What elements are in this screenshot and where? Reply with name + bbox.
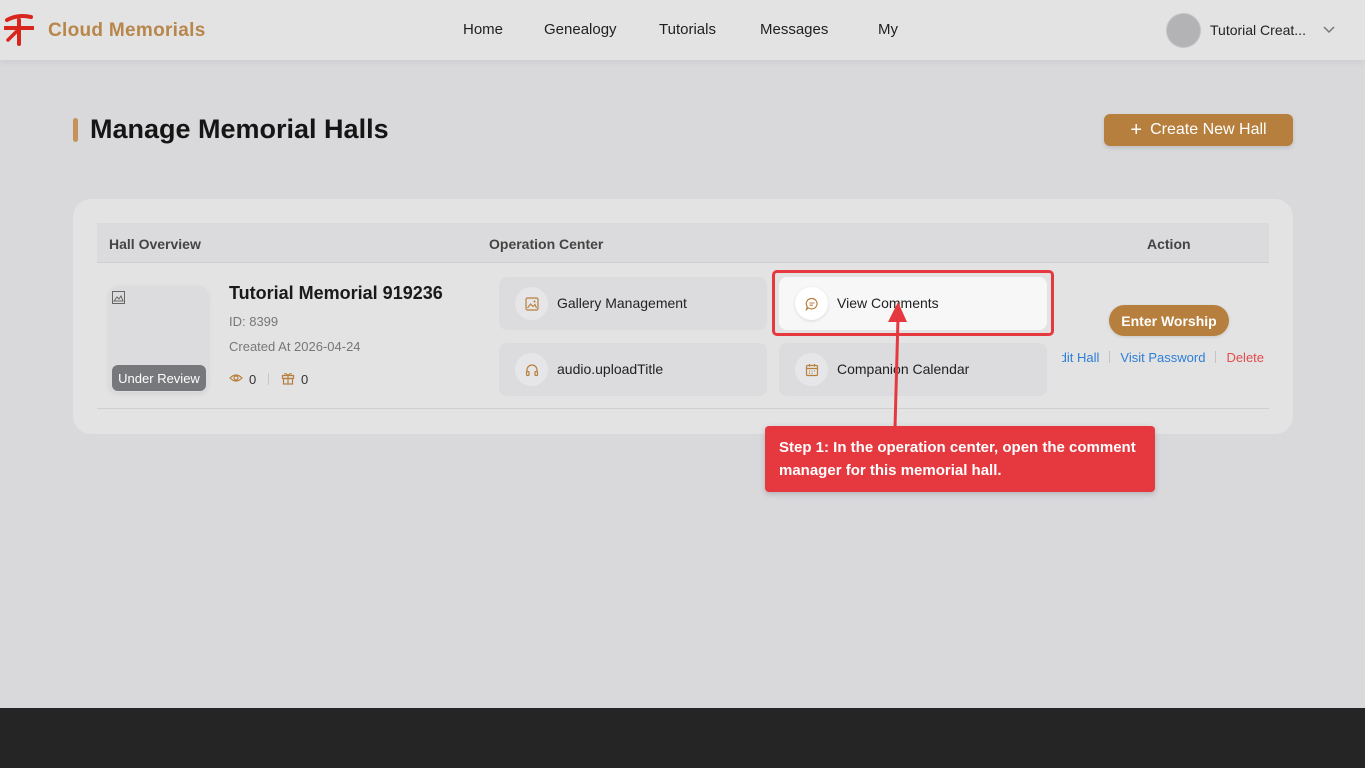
tutorial-callout: Step 1: In the operation center, open th…	[765, 426, 1155, 492]
footer-bar	[0, 708, 1365, 768]
callout-arrow	[888, 302, 907, 429]
